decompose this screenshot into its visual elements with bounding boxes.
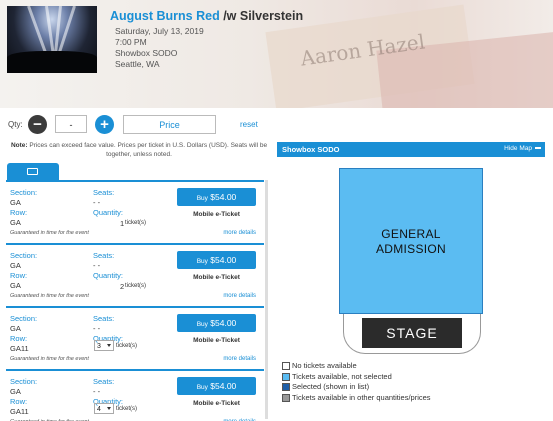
listing-item: Section: GA Row: GA11 Seats: - - Quantit… xyxy=(6,371,264,421)
guarantee-text: Guaranteed in time for the event xyxy=(10,356,89,362)
filter-bar: Qty: − - + Price reset xyxy=(0,113,270,137)
row-value: GA xyxy=(10,218,21,227)
seats-value: - - xyxy=(93,198,101,207)
stage: STAGE xyxy=(362,318,462,348)
section-value: GA xyxy=(10,198,21,207)
map-title: Showbox SODO xyxy=(282,145,340,154)
row-label: Row: xyxy=(10,271,28,280)
listing-item: Section: GA Row: GA Seats: - - Quantity:… xyxy=(6,245,264,308)
venue-map: GENERAL ADMISSION STAGE No tickets avail… xyxy=(277,157,545,419)
event-venue: Showbox SODO xyxy=(115,48,178,58)
row-label: Row: xyxy=(10,397,28,406)
ga-label-line1: GENERAL xyxy=(381,227,441,241)
legend-item: Tickets available in other quantities/pr… xyxy=(282,393,431,404)
section-value: GA xyxy=(10,387,21,396)
more-details-link[interactable]: more details xyxy=(223,356,256,362)
event-time: 7:00 PM xyxy=(115,37,147,47)
legend-item: Selected (shown in list) xyxy=(282,382,431,393)
quantity-label: Quantity: xyxy=(93,271,124,280)
collapse-icon xyxy=(535,147,541,150)
delivery-method: Mobile e-Ticket xyxy=(193,400,240,407)
seats-label: Seats: xyxy=(93,377,115,386)
map-legend: No tickets available Tickets available, n… xyxy=(282,361,431,403)
seats-label: Seats: xyxy=(93,314,115,323)
event-banner: Aaron Hazel August Burns Red /w Silverst… xyxy=(0,0,553,108)
seats-label: Seats: xyxy=(93,251,115,260)
row-value: GA11 xyxy=(10,407,29,416)
support-act: /w Silverstein xyxy=(219,9,304,23)
legend-item: No tickets available xyxy=(282,361,431,372)
quantity-value: 1 xyxy=(120,219,125,228)
qty-increase-button[interactable]: + xyxy=(95,115,114,134)
quantity-value: 2 xyxy=(120,282,125,291)
ticket-icon xyxy=(27,168,38,175)
hide-map-button[interactable]: Hide Map xyxy=(504,145,541,152)
legend-swatch xyxy=(282,393,290,402)
guarantee-text: Guaranteed in time for the event xyxy=(10,230,89,236)
plus-icon: + xyxy=(100,116,109,133)
buy-button[interactable]: Buy $54.00 xyxy=(177,377,256,395)
listing-item: Section: GA Row: GA Seats: - - Quantity:… xyxy=(6,182,264,245)
tickets-suffix: ticket(s) xyxy=(116,343,137,349)
quantity-select[interactable]: 3 xyxy=(94,340,114,351)
event-date: Saturday, July 13, 2019 xyxy=(115,26,204,36)
delivery-method: Mobile e-Ticket xyxy=(193,274,240,281)
minus-icon: − xyxy=(33,116,42,133)
chevron-down-icon xyxy=(107,344,111,347)
qty-input[interactable]: - xyxy=(55,115,87,133)
map-header: Showbox SODO Hide Map xyxy=(277,142,545,157)
seats-value: - - xyxy=(93,324,101,333)
event-thumbnail xyxy=(7,6,97,73)
section-general-admission[interactable]: GENERAL ADMISSION xyxy=(339,168,483,314)
delivery-method: Mobile e-Ticket xyxy=(193,337,240,344)
listing-item: Section: GA Row: GA11 Seats: - - Quantit… xyxy=(6,308,264,371)
buy-button[interactable]: Buy $54.00 xyxy=(177,251,256,269)
legend-swatch xyxy=(282,372,290,381)
headliner-link[interactable]: August Burns Red xyxy=(110,9,220,23)
section-label: Section: xyxy=(10,377,38,386)
row-label: Row: xyxy=(10,334,28,343)
tickets-suffix: ticket(s) xyxy=(116,406,137,412)
seats-value: - - xyxy=(93,387,101,396)
row-value: GA11 xyxy=(10,344,29,353)
section-label: Section: xyxy=(10,251,38,260)
event-city: Seattle, WA xyxy=(115,59,160,69)
more-details-link[interactable]: more details xyxy=(223,230,256,236)
guarantee-text: Guaranteed in time for the event xyxy=(10,293,89,299)
listing-scrollbar[interactable] xyxy=(265,180,268,419)
tickets-suffix: ticket(s) xyxy=(125,283,146,289)
quantity-select[interactable]: 4 xyxy=(94,403,114,414)
row-label: Row: xyxy=(10,208,28,217)
section-label: Section: xyxy=(10,188,38,197)
delivery-method: Mobile e-Ticket xyxy=(193,211,240,218)
quantity-label: Quantity: xyxy=(93,208,124,217)
ticket-listings: Section: GA Row: GA Seats: - - Quantity:… xyxy=(6,180,264,421)
chevron-down-icon xyxy=(107,407,111,410)
section-value: GA xyxy=(10,324,21,333)
section-label: Section: xyxy=(10,314,38,323)
legend-swatch xyxy=(282,383,290,391)
more-details-link[interactable]: more details xyxy=(223,293,256,299)
legend-item: Tickets available, not selected xyxy=(282,372,431,383)
legend-swatch xyxy=(282,362,290,370)
event-title: August Burns Red /w Silverstein xyxy=(110,9,303,23)
qty-label: Qty: xyxy=(8,120,23,129)
qty-decrease-button[interactable]: − xyxy=(28,115,47,134)
seats-value: - - xyxy=(93,261,101,270)
section-value: GA xyxy=(10,261,21,270)
buy-button[interactable]: Buy $54.00 xyxy=(177,188,256,206)
tab-ticket-list[interactable] xyxy=(7,163,59,180)
price-filter[interactable]: Price xyxy=(123,115,216,134)
price-note: Note: Prices can exceed face value. Pric… xyxy=(10,142,268,158)
tickets-suffix: ticket(s) xyxy=(125,220,146,226)
buy-button[interactable]: Buy $54.00 xyxy=(177,314,256,332)
seats-label: Seats: xyxy=(93,188,115,197)
ga-label-line2: ADMISSION xyxy=(375,242,447,256)
row-value: GA xyxy=(10,281,21,290)
reset-link[interactable]: reset xyxy=(240,120,258,129)
